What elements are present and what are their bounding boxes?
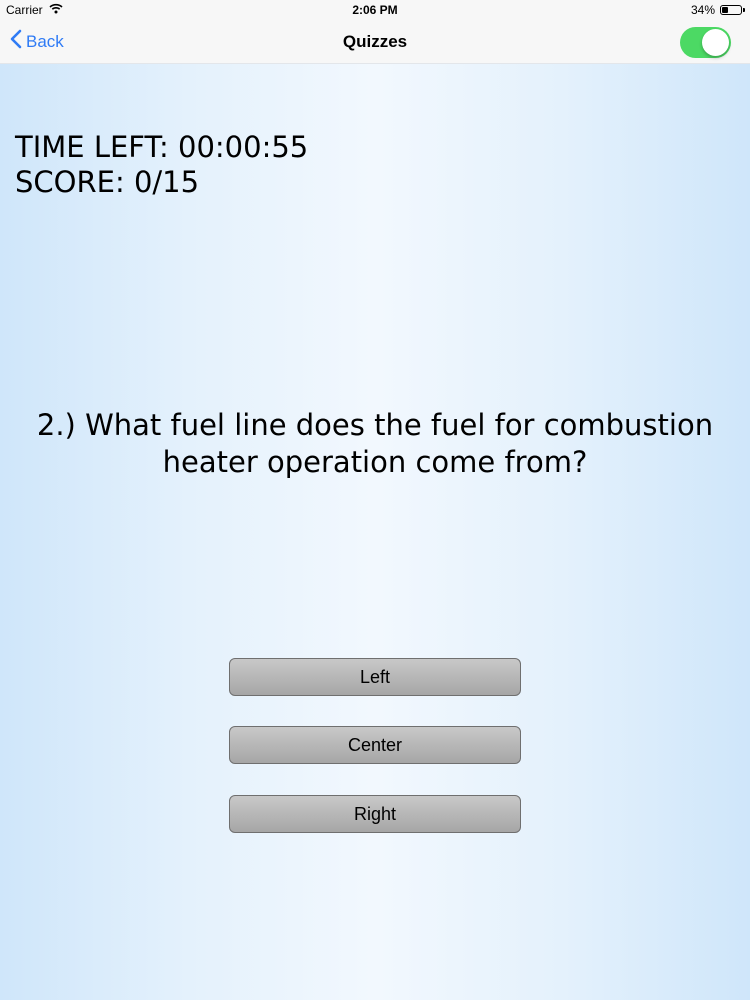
answer-button-left[interactable]: Left xyxy=(229,658,521,696)
settings-toggle[interactable] xyxy=(680,27,731,58)
navigation-bar: Back Quizzes xyxy=(0,22,750,64)
toggle-knob xyxy=(702,29,729,56)
status-right: 34% xyxy=(690,3,745,17)
quiz-screen: Carrier 2:06 PM 34% Back Quizzes TIME LE… xyxy=(0,0,750,1000)
battery-icon xyxy=(720,5,745,15)
time-left-label: TIME LEFT: 00:00:55 xyxy=(15,130,309,164)
answer-button-center[interactable]: Center xyxy=(229,726,521,764)
status-time: 2:06 PM xyxy=(352,3,398,17)
battery-percent: 34% xyxy=(690,3,715,17)
status-bar: Carrier 2:06 PM 34% xyxy=(0,0,750,22)
answer-button-right[interactable]: Right xyxy=(229,795,521,833)
question-text: 2.) What fuel line does the fuel for com… xyxy=(36,408,714,479)
score-label: SCORE: 0/15 xyxy=(15,165,200,199)
quiz-info: TIME LEFT: 00:00:55 SCORE: 0/15 xyxy=(15,130,308,200)
page-title: Quizzes xyxy=(342,32,408,51)
battery-fill xyxy=(722,7,729,13)
